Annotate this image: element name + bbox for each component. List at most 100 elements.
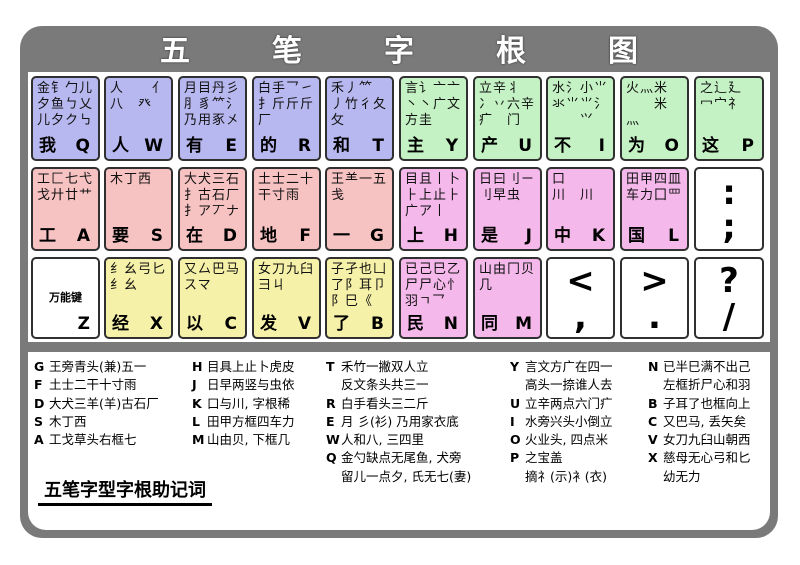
key-letter: H bbox=[443, 226, 458, 246]
key-roots: 工匚七弋 戈廾廿艹 bbox=[37, 172, 94, 203]
key-b: 子孑也凵 了阝耳卩 阝巳《了 B bbox=[325, 257, 394, 339]
mnemonic-text: 言文方广在四一 bbox=[525, 359, 613, 374]
mnemonic-line: 左框折尸心和羽 bbox=[648, 376, 751, 394]
key-common-char: 在 bbox=[186, 226, 203, 246]
key-roots: 大犬三石 ⺘古石厂 ⺘ア丆ナ bbox=[184, 172, 241, 219]
key-letter: D bbox=[222, 226, 237, 246]
mnemonic-line: A 工戈草头右框七 bbox=[34, 431, 159, 449]
mnemonic-letter: O bbox=[510, 432, 521, 448]
key-symbol-lower: , bbox=[574, 297, 587, 337]
key-roots: 禾丿⺮ 丿竹彳夂 攵 bbox=[331, 81, 388, 128]
mnemonic-line: U 立辛两点六门疒 bbox=[510, 395, 613, 413]
key-letter: C bbox=[224, 314, 237, 334]
key-k: 口 川 川 中K bbox=[546, 167, 615, 251]
mnemonic-text: 禾竹一撇双人立 bbox=[341, 359, 429, 374]
key-roots: 子孑也凵 了阝耳卩 阝巳《 bbox=[331, 262, 388, 309]
key-t: 禾丿⺮ 丿竹彳夂 攵和 T bbox=[325, 76, 394, 161]
key-f: 土士二十 干寸雨 地 F bbox=[252, 167, 321, 251]
mnemonic-text: 留儿一点夕, 氏无七(妻) bbox=[341, 468, 472, 484]
mnemonic-line: Y 言文方广在四一 bbox=[510, 358, 613, 376]
mnemonic-text: 金勺缺点无尾鱼, 犬旁 bbox=[341, 450, 462, 466]
key-c: 又厶巴马 スマ 以 C bbox=[178, 257, 247, 339]
mnemonic-column: H 目具上止卜虎皮 J 日早两竖与虫依 K 口与川, 字根稀 L 田甲方框四车力 M 山由贝, 下… bbox=[192, 358, 295, 449]
mnemonic-line: P 之宝盖 bbox=[510, 449, 613, 467]
key-common-char: 中 bbox=[554, 226, 571, 246]
mnemonic-line: R 白手看头三二斤 bbox=[326, 395, 471, 413]
mnemonic-text: 大犬三羊(羊)古石厂 bbox=[49, 395, 159, 411]
key-symbol-upper: ? bbox=[719, 261, 739, 301]
key-e: 月目丹彡 ⺼豸⺮氵 乃用豖㐅有 E bbox=[178, 76, 247, 161]
key-common-char: 一 bbox=[333, 226, 350, 246]
mnemonic-letter: Q bbox=[326, 450, 337, 466]
key-roots: 纟幺弓匕 纟幺 bbox=[110, 262, 167, 293]
key-semi: :; bbox=[694, 167, 764, 251]
key-letter: P bbox=[741, 136, 754, 156]
mnemonic-letter: S bbox=[34, 413, 44, 429]
mnemonic-panel: 五笔字型字根助记词 G 王旁青头(兼)五一 F 土士二干十寸雨 D 大犬三羊(羊)古石厂 S… bbox=[28, 352, 770, 530]
key-s: 木丁西 要 S bbox=[104, 167, 173, 251]
key-common-char: 上 bbox=[407, 226, 424, 246]
key-letter: M bbox=[515, 314, 532, 334]
key-roots: 火灬米 米 灬 bbox=[626, 81, 669, 128]
key-common-char: 主 bbox=[407, 136, 424, 156]
key-d: 大犬三石 ⺘古石厂 ⺘ア丆ナ在 D bbox=[178, 167, 247, 251]
mnemonic-letter: K bbox=[192, 395, 202, 411]
key-common-char: 我 bbox=[39, 136, 56, 156]
mnemonic-text: 高头一捺谁人去 bbox=[525, 377, 613, 393]
key-roots: 土士二十 干寸雨 bbox=[258, 172, 315, 203]
key-comma: <, bbox=[546, 257, 615, 339]
key-letter: O bbox=[664, 136, 679, 156]
key-common-char: 有 bbox=[186, 136, 203, 156]
mnemonic-text: 日早两竖与虫依 bbox=[207, 377, 295, 393]
mnemonic-text: 又巴马, 丢矢矣 bbox=[663, 413, 746, 429]
mnemonic-text: 白手看头三二斤 bbox=[341, 395, 429, 411]
key-roots: 山由冂贝 几 bbox=[479, 262, 536, 293]
mnemonic-text: 之宝盖 bbox=[525, 450, 563, 466]
key-roots: 言讠亠亠 丶丶广文 方圭 bbox=[405, 81, 462, 128]
mnemonic-line: V 女刀九臼山朝西 bbox=[648, 431, 751, 449]
mnemonic-title: 五笔字型字根助记词 bbox=[38, 476, 212, 506]
mnemonic-letter: W bbox=[326, 432, 340, 448]
key-common-char: 国 bbox=[628, 226, 645, 246]
chart-title: 五 笔 字 根 图 bbox=[20, 26, 778, 70]
mnemonic-line: O 火业头, 四点米 bbox=[510, 431, 613, 449]
mnemonic-line: 幼无力 bbox=[648, 468, 751, 486]
key-letter: X bbox=[149, 314, 163, 334]
mnemonic-line: D 大犬三羊(羊)古石厂 bbox=[34, 395, 159, 413]
mnemonic-line: K 口与川, 字根稀 bbox=[192, 395, 295, 413]
mnemonic-letter: F bbox=[34, 377, 43, 393]
mnemonic-line: C 又巴马, 丢矢矣 bbox=[648, 413, 751, 431]
key-o: 火灬米 米 灬为O bbox=[620, 76, 689, 161]
mnemonic-letter: I bbox=[510, 413, 515, 429]
key-common-char: 经 bbox=[112, 314, 129, 334]
key-letter: J bbox=[525, 226, 532, 246]
key-common-char: 工 bbox=[39, 226, 56, 246]
key-roots: 王⺷一五 戋 bbox=[331, 172, 388, 203]
mnemonic-text: 田甲方框四车力 bbox=[207, 413, 295, 429]
mnemonic-letter: R bbox=[326, 395, 336, 411]
key-p: 之辶廴 冖宀礻 这 P bbox=[694, 76, 764, 161]
mnemonic-letter: E bbox=[326, 413, 335, 429]
mnemonic-column: G 王旁青头(兼)五一 F 土士二干十寸雨 D 大犬三羊(羊)古石厂 S 木丁西 A 工戈草头右框… bbox=[34, 358, 159, 449]
key-roots: 日曰刂ㄧ 刂早虫 bbox=[479, 172, 536, 203]
key-roots: 田甲四皿 车力囗罒 bbox=[626, 172, 683, 203]
mnemonic-letter: V bbox=[648, 432, 658, 448]
title-char: 根 bbox=[496, 34, 526, 69]
mnemonic-letter: D bbox=[34, 395, 45, 411]
mnemonic-line: B 子耳了也框向上 bbox=[648, 395, 751, 413]
mnemonic-column: N 已半巳满不出己 左框折尸心和羽 B 子耳了也框向上 C 又巴马, 丢矢矣 V 女刀九臼山朝西… bbox=[648, 358, 751, 486]
mnemonic-line: S 木丁西 bbox=[34, 413, 159, 431]
mnemonic-text: 月 彡(衫) 乃用家衣底 bbox=[341, 413, 459, 429]
key-roots: 人 亻 八 癶 bbox=[110, 81, 167, 112]
mnemonic-line: N 已半巳满不出己 bbox=[648, 358, 751, 376]
mnemonic-text: 立辛两点六门疒 bbox=[525, 395, 613, 411]
mnemonic-line: X 慈母无心弓和匕 bbox=[648, 449, 751, 467]
key-common-char: 为 bbox=[628, 136, 645, 156]
mnemonic-text: 慈母无心弓和匕 bbox=[663, 450, 751, 466]
key-common-char: 的 bbox=[260, 136, 277, 156]
key-common-char: 不 bbox=[554, 136, 571, 156]
mnemonic-letter: H bbox=[192, 359, 203, 374]
key-common-char: 以 bbox=[186, 314, 203, 334]
mnemonic-text: 工戈草头右框七 bbox=[49, 432, 137, 448]
key-z: 万能键 Z bbox=[31, 257, 100, 339]
